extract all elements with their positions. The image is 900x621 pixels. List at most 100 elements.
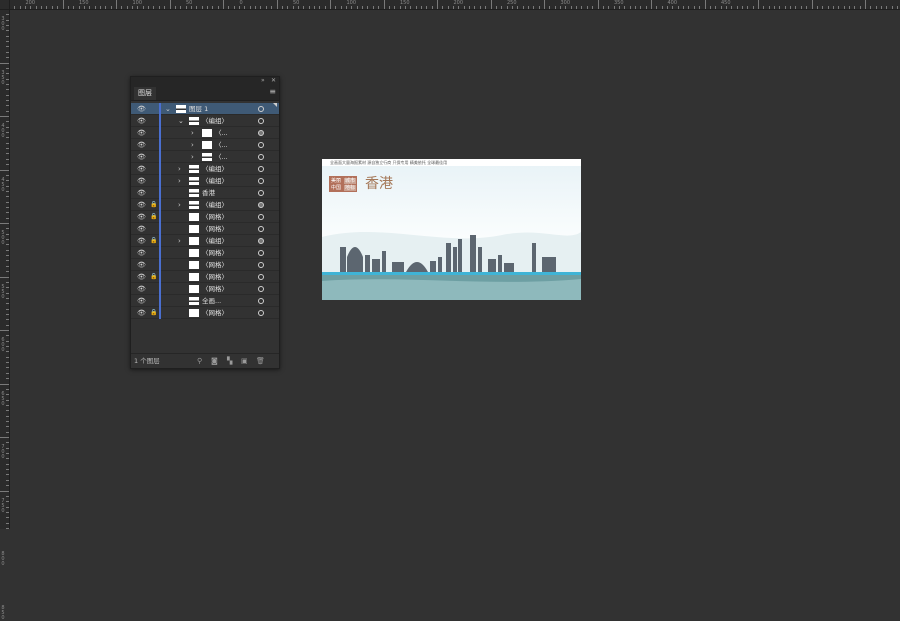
visibility-eye-icon[interactable]: 👁 xyxy=(137,224,146,234)
visibility-eye-icon[interactable]: 👁 xyxy=(137,140,146,150)
sublayer-row[interactable]: 👁 › 〈... xyxy=(131,151,279,163)
target-circle-icon[interactable] xyxy=(258,238,264,244)
sublayer-row[interactable]: 👁 🔒 〈网格〉 xyxy=(131,271,279,283)
sublayer-row[interactable]: 👁 ⌄ 〈编组〉 xyxy=(131,115,279,127)
tab-layers[interactable]: 图层 xyxy=(134,87,156,100)
visibility-eye-icon[interactable]: 👁 xyxy=(137,284,146,294)
layer-name[interactable]: 〈编组〉 xyxy=(202,199,228,211)
layer-name[interactable]: 图层 1 xyxy=(189,103,208,115)
visibility-eye-icon[interactable]: 👁 xyxy=(137,236,146,246)
visibility-eye-icon[interactable]: 👁 xyxy=(137,260,146,270)
panel-title-bar[interactable]: » ✕ xyxy=(131,77,279,85)
lock-icon[interactable]: 🔒 xyxy=(150,272,157,282)
layer-name[interactable]: 〈... xyxy=(215,139,228,151)
lock-icon[interactable]: 🔒 xyxy=(150,200,157,210)
chevron-right-icon[interactable]: › xyxy=(191,151,194,163)
target-circle-icon[interactable] xyxy=(258,250,264,256)
sublayer-row[interactable]: 👁 › 〈编组〉 xyxy=(131,175,279,187)
target-circle-icon[interactable] xyxy=(258,274,264,280)
horizontal-ruler[interactable]: 2502001501005005010015020025030035040045… xyxy=(0,0,900,10)
visibility-eye-icon[interactable]: 👁 xyxy=(137,200,146,210)
layer-name[interactable]: 〈编组〉 xyxy=(202,175,228,187)
sublayer-row[interactable]: 👁 🔒 〈网格〉 xyxy=(131,307,279,319)
lock-icon[interactable]: 🔒 xyxy=(150,212,157,222)
target-circle-icon[interactable] xyxy=(258,106,264,112)
target-circle-icon[interactable] xyxy=(258,118,264,124)
visibility-eye-icon[interactable]: 👁 xyxy=(137,128,146,138)
target-circle-icon[interactable] xyxy=(258,214,264,220)
visibility-eye-icon[interactable]: 👁 xyxy=(137,116,146,126)
sublayer-row[interactable]: 👁 › 〈编组〉 xyxy=(131,163,279,175)
target-circle-icon[interactable] xyxy=(258,298,264,304)
chevron-right-icon[interactable]: › xyxy=(191,127,194,139)
close-icon[interactable]: ✕ xyxy=(271,77,276,85)
ruler-tick xyxy=(6,105,9,107)
sublayer-row[interactable]: 👁 全画... xyxy=(131,295,279,307)
target-circle-icon[interactable] xyxy=(258,226,264,232)
layer-name[interactable]: 〈网格〉 xyxy=(202,307,228,319)
visibility-eye-icon[interactable]: 👁 xyxy=(137,212,146,222)
artboard[interactable]: 全画面大量海报素材 源自独立行商 只保专用 精美依托 全球最佳用 美丽 城市 中… xyxy=(322,159,581,300)
chevron-right-icon[interactable]: › xyxy=(178,235,181,247)
layer-name[interactable]: 〈网格〉 xyxy=(202,211,228,223)
layer-name[interactable]: 〈网格〉 xyxy=(202,259,228,271)
trash-icon[interactable]: 🗑 xyxy=(256,357,265,365)
visibility-eye-icon[interactable]: 👁 xyxy=(137,164,146,174)
chevron-right-icon[interactable]: › xyxy=(178,163,181,175)
layer-name[interactable]: 〈... xyxy=(215,151,228,163)
sublayer-row[interactable]: 👁 〈网格〉 xyxy=(131,259,279,271)
chevron-down-icon[interactable]: ⌄ xyxy=(178,115,184,127)
visibility-eye-icon[interactable]: 👁 xyxy=(137,308,146,318)
layer-name[interactable]: 〈编组〉 xyxy=(202,163,228,175)
lock-icon[interactable]: 🔒 xyxy=(150,308,157,318)
chevron-right-icon[interactable]: › xyxy=(191,139,194,151)
visibility-eye-icon[interactable]: 👁 xyxy=(137,152,146,162)
panel-menu-icon[interactable]: ≡ xyxy=(269,88,276,96)
target-circle-icon[interactable] xyxy=(258,178,264,184)
chevron-down-icon[interactable]: ⌄ xyxy=(165,103,171,115)
search-icon[interactable]: ⚲ xyxy=(197,357,202,365)
sublayer-row[interactable]: 👁 香港 xyxy=(131,187,279,199)
sublayer-row[interactable]: 👁 › 〈... xyxy=(131,127,279,139)
layer-name[interactable]: 〈网格〉 xyxy=(202,283,228,295)
target-circle-icon[interactable] xyxy=(258,262,264,268)
sublayer-row[interactable]: 👁 › 〈... xyxy=(131,139,279,151)
sublayer-row[interactable]: 👁 〈网格〉 xyxy=(131,283,279,295)
target-circle-icon[interactable] xyxy=(258,202,264,208)
layer-name[interactable]: 〈网格〉 xyxy=(202,247,228,259)
target-circle-icon[interactable] xyxy=(258,190,264,196)
visibility-eye-icon[interactable]: 👁 xyxy=(137,272,146,282)
layer-name[interactable]: 〈编组〉 xyxy=(202,115,228,127)
target-circle-icon[interactable] xyxy=(258,142,264,148)
visibility-eye-icon[interactable]: 👁 xyxy=(137,104,146,114)
sublayer-row[interactable]: 👁 〈网格〉 xyxy=(131,223,279,235)
target-circle-icon[interactable] xyxy=(258,286,264,292)
sublayer-row[interactable]: 👁 🔒 〈网格〉 xyxy=(131,211,279,223)
layer-name[interactable]: 〈网格〉 xyxy=(202,271,228,283)
sublayer-row[interactable]: 👁 🔒 › 〈编组〉 xyxy=(131,199,279,211)
chevron-right-icon[interactable]: › xyxy=(178,175,181,187)
target-circle-icon[interactable] xyxy=(258,130,264,136)
visibility-eye-icon[interactable]: 👁 xyxy=(137,188,146,198)
target-circle-icon[interactable] xyxy=(258,166,264,172)
target-circle-icon[interactable] xyxy=(258,154,264,160)
collapse-panel-icon[interactable]: » xyxy=(261,77,265,85)
new-sublayer-icon[interactable]: ▚ xyxy=(227,357,232,365)
target-circle-icon[interactable] xyxy=(258,310,264,316)
layer-row[interactable]: 👁 ⌄ 图层 1 xyxy=(131,103,279,115)
visibility-eye-icon[interactable]: 👁 xyxy=(137,248,146,258)
sublayer-row[interactable]: 👁 🔒 › 〈编组〉 xyxy=(131,235,279,247)
new-layer-icon[interactable]: ▣ xyxy=(241,357,248,365)
layer-name[interactable]: 〈编组〉 xyxy=(202,235,228,247)
lock-icon[interactable]: 🔒 xyxy=(150,236,157,246)
layer-name[interactable]: 香港 xyxy=(202,187,215,199)
layer-name[interactable]: 〈网格〉 xyxy=(202,223,228,235)
layer-name[interactable]: 全画... xyxy=(202,295,221,307)
make-clipping-mask-icon[interactable]: ◙ xyxy=(211,357,218,365)
sublayer-row[interactable]: 👁 〈网格〉 xyxy=(131,247,279,259)
chevron-right-icon[interactable]: › xyxy=(178,199,181,211)
layer-name[interactable]: 〈... xyxy=(215,127,228,139)
visibility-eye-icon[interactable]: 👁 xyxy=(137,296,146,306)
visibility-eye-icon[interactable]: 👁 xyxy=(137,176,146,186)
vertical-ruler[interactable]: 300 350 400 450 500 550 600 650 700 750 800 850 xyxy=(0,9,10,620)
